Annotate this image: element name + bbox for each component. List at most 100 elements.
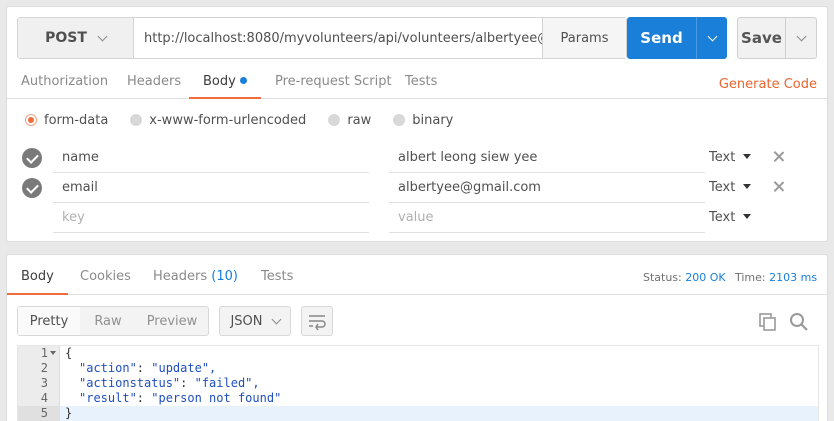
form-row: email albertyee@gmail.com Text: [19, 173, 819, 203]
type-label: Text: [709, 210, 736, 225]
value-input[interactable]: albertyee@gmail.com: [389, 173, 705, 203]
status-value: 200 OK: [685, 271, 726, 284]
params-label: Params: [560, 30, 609, 46]
chevron-down-icon: [97, 31, 108, 41]
type-label: Text: [709, 150, 736, 165]
json-key: "result": [79, 391, 137, 405]
caret-down-icon: [743, 184, 752, 189]
format-label: JSON: [230, 313, 263, 329]
generate-code-link[interactable]: Generate Code: [719, 77, 817, 92]
caret-down-icon: [743, 154, 752, 159]
form-row-new: key value Text: [19, 203, 819, 233]
body-mode-radios: form-data x-www-form-urlencoded raw bina…: [25, 111, 475, 129]
tab-response-body[interactable]: Body: [7, 263, 68, 295]
line-number: 1: [40, 346, 48, 360]
status-label: Status:: [643, 271, 682, 284]
line-number: 5: [18, 406, 60, 421]
method-label: POST: [45, 30, 87, 46]
view-raw-button[interactable]: Raw: [80, 307, 136, 335]
request-panel: POST http://localhost:8080/myvolunteers/…: [6, 6, 828, 242]
new-key-input[interactable]: key: [53, 203, 369, 233]
fold-caret-icon[interactable]: [50, 351, 56, 355]
chevron-down-icon: [271, 314, 281, 324]
generate-code-label: Generate Code: [718, 77, 817, 92]
params-button[interactable]: Params: [542, 18, 626, 58]
view-pretty-button[interactable]: Pretty: [18, 307, 80, 335]
save-label: Save: [741, 29, 782, 47]
key-input[interactable]: name: [53, 143, 369, 173]
modified-dot-icon: [239, 77, 247, 84]
key-input[interactable]: email: [53, 173, 369, 203]
method-select[interactable]: POST: [18, 18, 134, 58]
tab-label: Headers: [127, 74, 182, 89]
status-readout: Status: 200 OK: [643, 271, 726, 284]
radio-label: x-www-form-urlencoded: [149, 112, 307, 128]
url-input[interactable]: http://localhost:8080/myvolunteers/api/v…: [134, 18, 542, 58]
code-line: 2 "action": "update",: [18, 361, 818, 376]
tab-label: Tests: [405, 74, 438, 89]
response-editor[interactable]: 1 { 2 "action": "update", 3 "actionstatu…: [17, 345, 819, 421]
checkmark-icon[interactable]: [22, 148, 42, 168]
code-line-number-row: 5: [18, 406, 60, 421]
radio-form-data[interactable]: form-data: [25, 113, 108, 128]
radio-x-www-form-urlencoded[interactable]: x-www-form-urlencoded: [130, 113, 306, 128]
radio-raw[interactable]: raw: [328, 113, 371, 128]
radio-unselected-icon: [393, 114, 406, 126]
tab-label: Pre-request Script: [275, 74, 392, 89]
tab-label: Authorization: [21, 74, 109, 89]
code-text: "result": "person not found": [79, 391, 282, 405]
tab-response-tests[interactable]: Tests: [261, 263, 293, 295]
send-dropdown-button[interactable]: [697, 17, 727, 59]
tab-headers[interactable]: Headers: [127, 69, 181, 99]
code-text: "action": "update",: [79, 361, 217, 375]
json-value: "update",: [151, 361, 217, 375]
radio-label: binary: [412, 112, 454, 128]
code-text: "actionstatus": "failed",: [79, 376, 260, 390]
code-line: 1 {: [18, 346, 818, 361]
tab-response-headers[interactable]: Headers (10): [153, 263, 238, 295]
save-button-group: Save: [737, 17, 817, 59]
code-line-active: }: [60, 406, 818, 421]
tab-body[interactable]: Body: [189, 69, 261, 99]
request-tabs: Authorization Headers Body Pre-request S…: [7, 69, 827, 99]
json-value: "person not found": [151, 391, 282, 405]
time-value: 2103 ms: [769, 271, 818, 284]
close-icon[interactable]: [773, 151, 785, 163]
view-toolbar: Pretty Raw Preview JSON: [17, 306, 333, 336]
line-number: 3: [40, 376, 48, 390]
radio-binary[interactable]: binary: [393, 113, 453, 128]
time-label: Time:: [735, 271, 766, 284]
type-select[interactable]: Text: [709, 143, 752, 173]
time-readout: Time: 2103 ms: [735, 271, 817, 284]
save-button[interactable]: Save: [738, 18, 786, 58]
send-button[interactable]: Send: [627, 17, 697, 59]
type-select[interactable]: Text: [709, 203, 752, 233]
caret-down-icon: [743, 214, 752, 219]
send-button-group: Send: [627, 17, 727, 59]
tab-cookies[interactable]: Cookies: [80, 263, 131, 295]
new-value-input[interactable]: value: [389, 203, 705, 233]
value-input[interactable]: albert leong siew yee: [389, 143, 705, 173]
tab-label: Body: [21, 269, 54, 284]
search-icon[interactable]: [789, 312, 809, 332]
save-dropdown-button[interactable]: [786, 18, 816, 58]
view-preview-button[interactable]: Preview: [136, 307, 208, 335]
close-icon[interactable]: [773, 181, 785, 193]
type-label: Text: [709, 180, 736, 195]
send-label: Send: [640, 29, 683, 47]
code-text: {: [65, 346, 73, 360]
radio-label: form-data: [44, 112, 109, 128]
json-value: "failed",: [194, 376, 260, 390]
json-key: "action": [79, 361, 137, 375]
tab-pre-request-script[interactable]: Pre-request Script: [275, 69, 392, 99]
view-mode-group: Pretty Raw Preview: [17, 306, 209, 336]
format-select[interactable]: JSON: [219, 306, 291, 336]
url-bar: POST http://localhost:8080/myvolunteers/…: [17, 17, 627, 59]
copy-icon[interactable]: [759, 313, 777, 331]
tab-authorization[interactable]: Authorization: [21, 69, 108, 99]
wrap-lines-button[interactable]: [301, 306, 333, 336]
radio-unselected-icon: [328, 114, 341, 126]
tab-tests[interactable]: Tests: [405, 69, 437, 99]
checkmark-icon[interactable]: [22, 178, 42, 198]
type-select[interactable]: Text: [709, 173, 752, 203]
